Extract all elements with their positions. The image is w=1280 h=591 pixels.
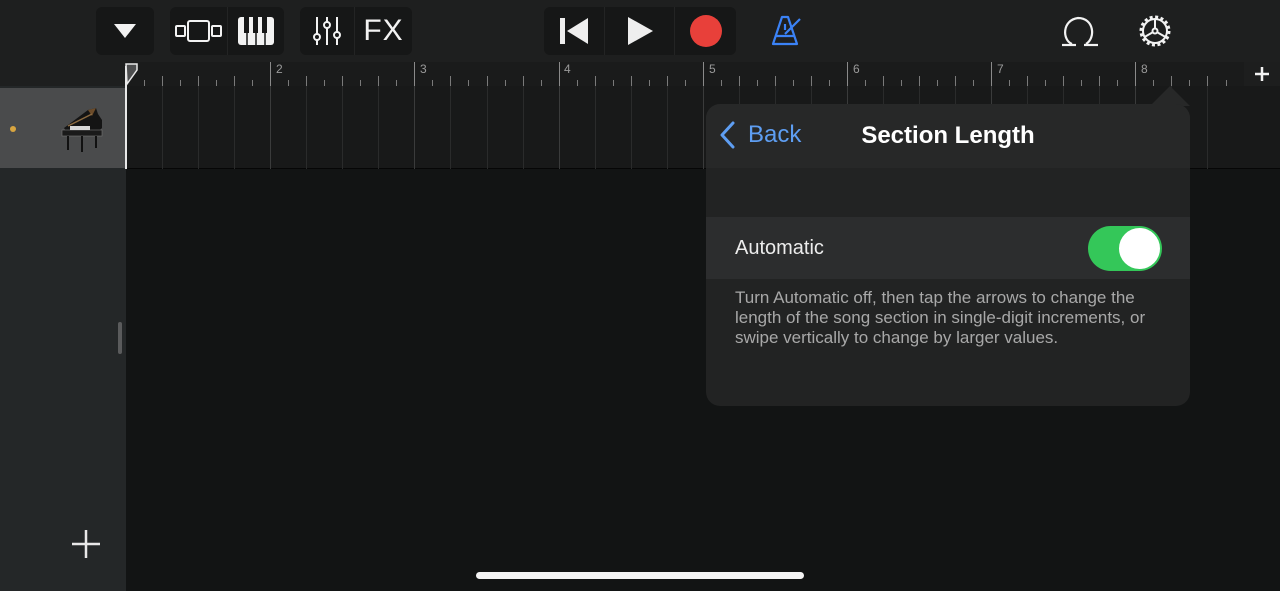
beat-grid-line bbox=[631, 86, 632, 169]
mixer-button[interactable] bbox=[300, 7, 354, 55]
keyboard-instrument-button[interactable] bbox=[227, 7, 284, 55]
metronome-icon bbox=[771, 15, 801, 46]
dropdown-triangle-icon bbox=[114, 24, 136, 38]
bar-grid-line bbox=[559, 86, 560, 169]
automatic-footnote: Turn Automatic off, then tap the arrows … bbox=[735, 288, 1146, 347]
bar-number: 4 bbox=[564, 62, 571, 76]
mixer-sliders-icon bbox=[313, 17, 341, 45]
beat-grid-line bbox=[667, 86, 668, 169]
popover-header: Back Section Length bbox=[706, 104, 1190, 168]
bar-number: 2 bbox=[276, 62, 283, 76]
bar-grid-line bbox=[703, 86, 704, 169]
fx-label: FX bbox=[363, 14, 404, 47]
record-button[interactable] bbox=[674, 7, 736, 55]
fx-button[interactable]: FX bbox=[354, 7, 412, 55]
track-header-resize-handle[interactable] bbox=[118, 322, 122, 354]
beat-grid-line bbox=[523, 86, 524, 169]
go-to-beginning-icon bbox=[560, 18, 588, 44]
keyboard-icon bbox=[238, 17, 274, 45]
play-icon bbox=[627, 17, 653, 45]
popover-arrow bbox=[1150, 86, 1190, 106]
beat-grid-line bbox=[162, 86, 163, 169]
settings-gear-icon bbox=[1139, 15, 1171, 47]
track-header-top-spacer bbox=[0, 62, 126, 86]
beat-grid-line bbox=[306, 86, 307, 169]
mixer-button-group: FX bbox=[300, 7, 412, 55]
timeline-ruler[interactable]: 2 3 4 5 6 7 8 bbox=[126, 62, 1244, 86]
playhead-handle[interactable] bbox=[125, 62, 139, 86]
top-toolbar: FX bbox=[0, 0, 1280, 62]
bar-number: 7 bbox=[997, 62, 1004, 76]
tracks-view-icon bbox=[174, 20, 222, 42]
automatic-toggle[interactable] bbox=[1088, 226, 1162, 271]
beat-grid-line bbox=[198, 86, 199, 169]
plus-icon bbox=[72, 530, 100, 558]
bar-grid-line bbox=[414, 86, 415, 169]
bar-number: 3 bbox=[420, 62, 427, 76]
track-indicator-dot bbox=[10, 126, 16, 132]
bar-number: 5 bbox=[709, 62, 716, 76]
beat-grid-line bbox=[234, 86, 235, 169]
plus-icon bbox=[1255, 67, 1269, 81]
beat-grid-line bbox=[487, 86, 488, 169]
loop-browser-button[interactable] bbox=[1060, 12, 1100, 48]
add-section-button[interactable] bbox=[1244, 62, 1280, 86]
beat-grid-line bbox=[342, 86, 343, 169]
bar-number: 6 bbox=[853, 62, 860, 76]
beat-grid-line bbox=[450, 86, 451, 169]
record-icon bbox=[689, 15, 722, 47]
settings-button[interactable] bbox=[1136, 12, 1174, 50]
go-to-beginning-button[interactable] bbox=[544, 7, 604, 55]
garageband-app: FX 2 3 4 5 6 7 8 Back Section Length Aut… bbox=[0, 0, 1280, 591]
transport-controls bbox=[544, 7, 736, 55]
automatic-row: Automatic bbox=[706, 217, 1190, 279]
bar-grid-line bbox=[270, 86, 271, 169]
add-track-button[interactable] bbox=[68, 526, 104, 562]
beat-grid-line bbox=[595, 86, 596, 169]
grand-piano-icon bbox=[61, 108, 103, 152]
metronome-button[interactable] bbox=[770, 14, 804, 48]
bar-number: 8 bbox=[1141, 62, 1148, 76]
section-length-popover: Back Section Length Automatic Turn Autom… bbox=[706, 104, 1190, 406]
automatic-label: Automatic bbox=[735, 237, 824, 259]
browser-button-group bbox=[96, 7, 154, 55]
beat-grid-line bbox=[378, 86, 379, 169]
home-indicator[interactable] bbox=[476, 572, 804, 579]
loop-browser-icon bbox=[1062, 16, 1098, 47]
play-button[interactable] bbox=[604, 7, 674, 55]
popover-title: Section Length bbox=[861, 122, 1035, 149]
toggle-knob bbox=[1119, 228, 1160, 269]
ruler-ticks bbox=[144, 62, 1227, 86]
track-header-grand-piano[interactable] bbox=[0, 88, 126, 168]
beat-grid-line bbox=[1207, 86, 1208, 169]
browser-dropdown-button[interactable] bbox=[96, 7, 154, 55]
view-button-group bbox=[170, 7, 284, 55]
tracks-view-button[interactable] bbox=[170, 7, 227, 55]
